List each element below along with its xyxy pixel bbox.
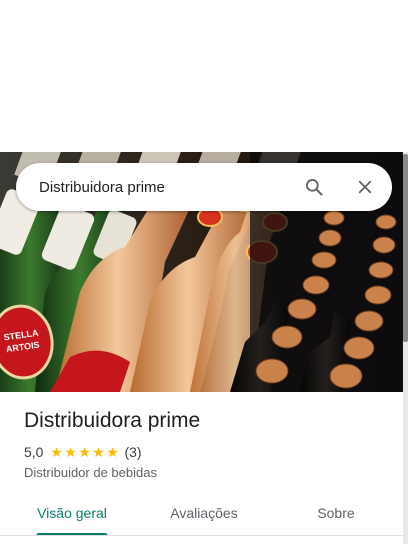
tab-about[interactable]: Sobre: [296, 492, 376, 534]
place-category[interactable]: Distribuidor de bebidas: [24, 465, 157, 480]
search-input[interactable]: [39, 178, 279, 196]
star-icon: ★: [50, 444, 63, 460]
rating-value: 5,0: [24, 444, 44, 460]
clear-search-button[interactable]: [353, 175, 377, 199]
star-icon: ★: [106, 444, 119, 460]
search-bar: [16, 163, 392, 211]
place-tabs: Visão geral Avaliações Sobre: [0, 492, 403, 536]
star-icon: ★: [78, 444, 91, 460]
scrollbar[interactable]: [403, 152, 408, 544]
scrollbar-thumb[interactable]: [403, 154, 408, 342]
close-icon: [358, 180, 372, 194]
tab-overview[interactable]: Visão geral: [22, 492, 122, 534]
place-title: Distribuidora prime: [24, 409, 201, 432]
reviews-count[interactable]: (3): [124, 444, 141, 460]
rating-row[interactable]: 5,0 ★ ★ ★ ★ ★ (3): [24, 444, 142, 460]
tab-reviews[interactable]: Avaliações: [154, 492, 254, 534]
search-icon: [306, 179, 323, 196]
star-icon: ★: [64, 444, 77, 460]
tabs-divider: [0, 535, 403, 536]
rating-stars: ★ ★ ★ ★ ★: [49, 444, 119, 460]
star-icon: ★: [92, 444, 105, 460]
search-button[interactable]: [302, 175, 326, 199]
